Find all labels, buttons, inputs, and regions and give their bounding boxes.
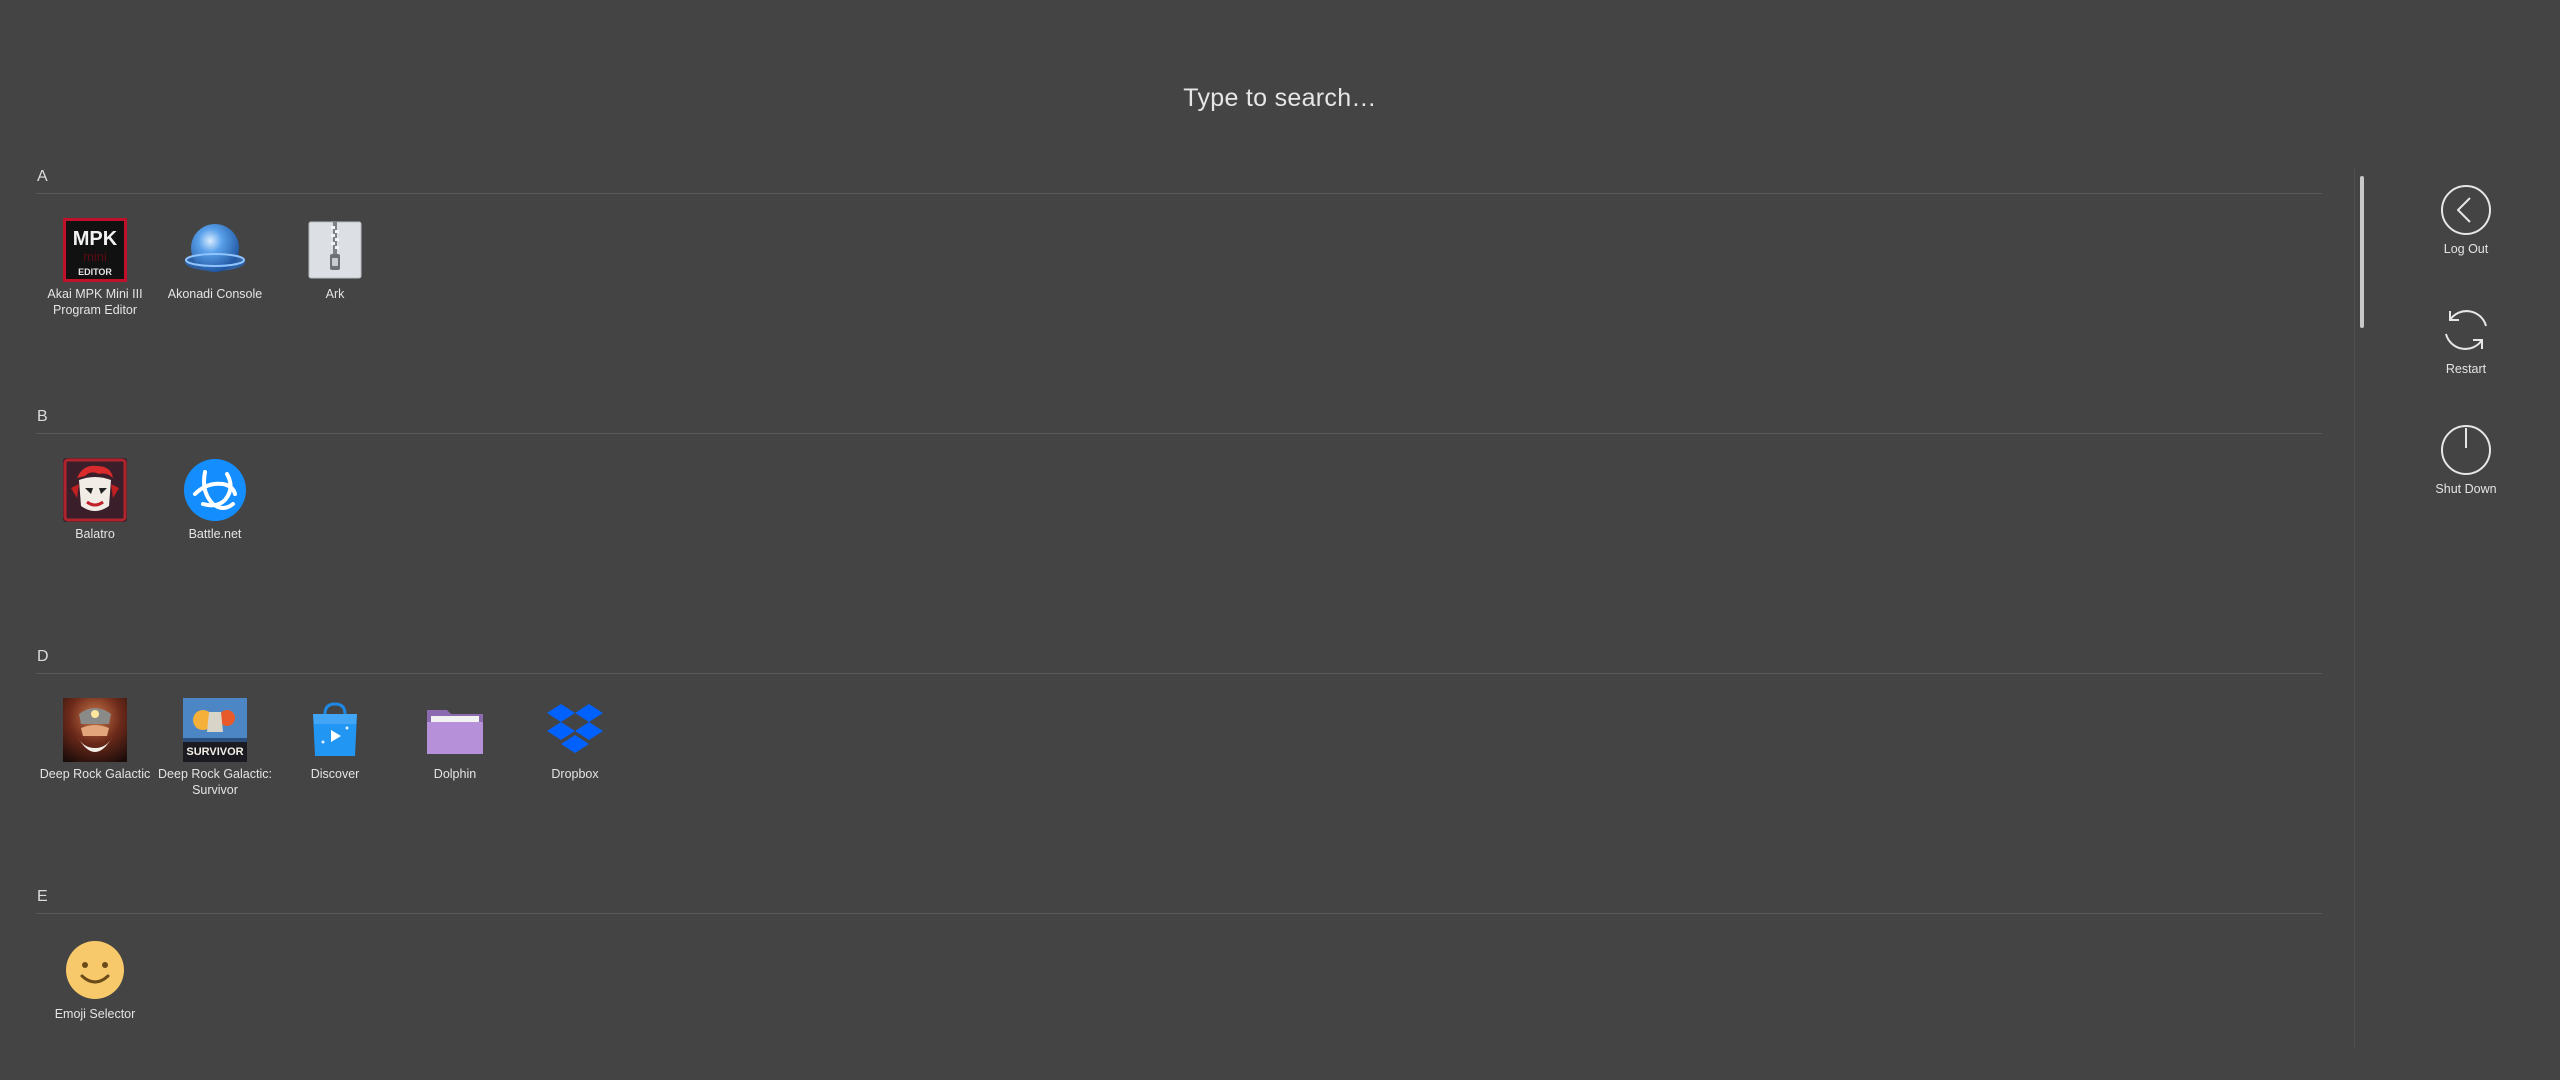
section-letter: B	[37, 408, 48, 425]
app-dolphin[interactable]: Dolphin	[396, 698, 514, 782]
section-letter: E	[37, 888, 48, 905]
deep-rock-galactic-icon	[63, 698, 127, 762]
ark-zip-icon	[308, 221, 362, 279]
section-divider	[36, 433, 2322, 434]
log-out-icon	[2441, 185, 2491, 235]
svg-text:SURVIVOR: SURVIVOR	[186, 746, 243, 758]
shut-down-label: Shut Down	[2435, 482, 2497, 496]
restart-icon	[2445, 310, 2487, 350]
discover-icon	[313, 702, 357, 756]
app-label: Akai MPK Mini III Program Editor	[47, 287, 143, 317]
restart-button[interactable]: Restart	[2424, 304, 2508, 376]
akonadi-icon	[185, 224, 245, 272]
search-field[interactable]: Type to search…	[0, 84, 2560, 113]
app-label: Battle.net	[188, 527, 242, 541]
app-label: Dropbox	[551, 767, 599, 781]
app-label: Balatro	[75, 527, 115, 541]
app-deep-rock-galactic[interactable]: Deep Rock Galactic	[36, 698, 154, 782]
app-akonadi-console[interactable]: Akonadi Console	[156, 218, 274, 302]
app-label: Dolphin	[433, 767, 477, 781]
log-out-button[interactable]: Log Out	[2424, 184, 2508, 256]
log-out-label: Log Out	[2443, 242, 2489, 256]
app-label: Emoji Selector	[54, 1007, 136, 1021]
section-letter: A	[37, 168, 48, 185]
mpk-editor-icon: MPK mini EDITOR	[63, 218, 127, 282]
app-akai-mpk-editor[interactable]: MPK mini EDITOR Akai MPK Mini III Program…	[36, 218, 154, 318]
app-label: Deep Rock Galactic: Survivor	[158, 767, 272, 797]
app-label: Ark	[325, 287, 345, 301]
app-label: Akonadi Console	[167, 287, 263, 301]
app-drg-survivor[interactable]: SURVIVOR Deep Rock Galactic: Survivor	[156, 698, 274, 798]
app-grid: A MPK mini EDITOR Akai MPK Mini III Progr…	[36, 168, 2322, 1080]
app-dropbox[interactable]: Dropbox	[516, 698, 634, 782]
restart-label: Restart	[2445, 362, 2487, 376]
app-battlenet[interactable]: Battle.net	[156, 458, 274, 542]
dolphin-folder-icon	[427, 710, 483, 754]
svg-text:EDITOR: EDITOR	[78, 267, 112, 277]
app-discover[interactable]: Discover	[276, 698, 394, 782]
section-divider	[36, 193, 2322, 194]
emoji-selector-icon	[66, 941, 124, 999]
scrollbar-thumb[interactable]	[2360, 176, 2364, 328]
svg-text:MPK: MPK	[73, 228, 118, 250]
battlenet-icon	[184, 459, 246, 521]
app-label: Discover	[310, 767, 360, 781]
section-divider	[36, 673, 2322, 674]
shut-down-button[interactable]: Shut Down	[2424, 424, 2508, 496]
drg-survivor-icon: SURVIVOR	[183, 698, 247, 762]
dropbox-icon	[547, 704, 603, 753]
app-ark[interactable]: Ark	[276, 218, 394, 302]
section-letter: D	[37, 648, 49, 665]
balatro-icon	[63, 458, 127, 522]
app-label: Deep Rock Galactic	[39, 767, 151, 781]
shut-down-icon	[2441, 425, 2491, 475]
app-balatro[interactable]: Balatro	[36, 458, 154, 542]
panel-divider	[2354, 168, 2355, 1048]
app-emoji-selector[interactable]: Emoji Selector	[36, 938, 154, 1022]
section-divider	[36, 913, 2322, 914]
svg-text:mini: mini	[83, 249, 107, 264]
